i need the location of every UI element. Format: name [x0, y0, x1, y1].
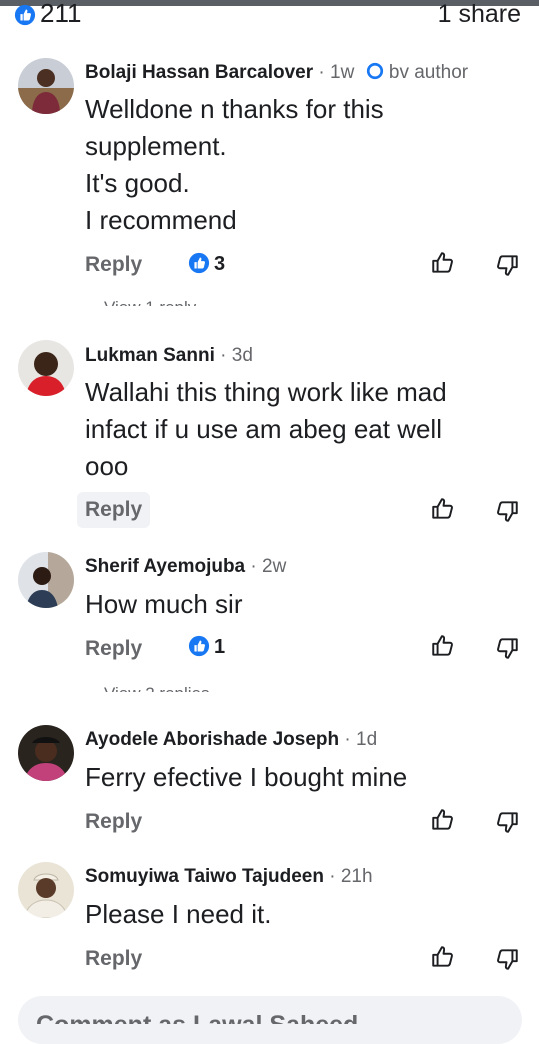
post-stats-bar: 211 1 share: [0, 0, 539, 30]
avatar[interactable]: [18, 725, 74, 781]
comment-text: How much sir: [85, 589, 243, 619]
like-reaction-icon: [14, 4, 36, 26]
comment-time[interactable]: 1d: [356, 729, 377, 750]
like-icon[interactable]: [430, 633, 456, 659]
reaction-summary[interactable]: 3: [188, 252, 225, 276]
dislike-icon[interactable]: [494, 809, 520, 835]
comment-header: Lukman Sanni · 3d: [85, 345, 253, 366]
avatar[interactable]: [18, 552, 74, 608]
view-replies-label: View 2 replies: [104, 684, 210, 692]
comment-header: Somuyiwa Taiwo Tajudeen · 21h: [85, 866, 373, 887]
share-count[interactable]: 1 share: [438, 0, 521, 29]
author-badge-icon: [366, 62, 383, 80]
author-label: bv author: [388, 62, 469, 83]
reply-button[interactable]: Reply: [85, 810, 142, 834]
dislike-icon[interactable]: [494, 252, 520, 278]
reply-button[interactable]: Reply: [77, 492, 151, 528]
chevron-down-icon: ⌄: [85, 684, 99, 692]
like-icon[interactable]: [430, 496, 456, 522]
view-replies-link[interactable]: ⌄ View 2 replies: [85, 682, 210, 692]
reaction-count: 1: [214, 636, 226, 658]
reaction-count[interactable]: 211: [40, 0, 81, 29]
comment-text: Welldone n thanks for this supplement. I…: [85, 94, 384, 235]
avatar[interactable]: [18, 862, 74, 918]
comment-text: Ferry efective I bought mine: [85, 762, 408, 792]
dislike-icon[interactable]: [494, 946, 520, 972]
avatar[interactable]: [18, 58, 74, 114]
comment-input-placeholder[interactable]: Comment as Lawal Saheed: [36, 1008, 358, 1024]
reaction-count: 3: [214, 253, 226, 275]
commenter-name[interactable]: Sherif Ayemojuba: [85, 556, 245, 577]
reply-button[interactable]: Reply: [85, 637, 142, 661]
comment-text: Wallahi this thing work like mad infact …: [85, 377, 447, 481]
like-reaction-icon: [188, 635, 210, 657]
like-icon[interactable]: [430, 250, 456, 276]
comment-time[interactable]: 1w: [330, 62, 354, 83]
comment-header: Sherif Ayemojuba · 2w: [85, 556, 287, 577]
like-icon[interactable]: [430, 944, 456, 970]
like-reaction-icon: [188, 252, 210, 274]
dislike-icon[interactable]: [494, 635, 520, 661]
chevron-down-icon: ⌄: [85, 298, 99, 306]
comment-time[interactable]: 3d: [232, 345, 253, 366]
commenter-name[interactable]: Bolaji Hassan Barcalover: [85, 62, 313, 83]
commenter-name[interactable]: Somuyiwa Taiwo Tajudeen: [85, 866, 324, 887]
reaction-summary[interactable]: 1: [188, 635, 225, 659]
comment-time[interactable]: 2w: [262, 556, 286, 577]
reply-button[interactable]: Reply: [85, 253, 142, 277]
comment-header: Ayodele Aborishade Joseph · 1d: [85, 729, 378, 750]
commenter-name[interactable]: Ayodele Aborishade Joseph: [85, 729, 339, 750]
dislike-icon[interactable]: [494, 498, 520, 524]
view-replies-label: View 1 reply: [104, 298, 196, 306]
like-icon[interactable]: [430, 807, 456, 833]
comment-time[interactable]: 21h: [341, 866, 373, 887]
commenter-name[interactable]: Lukman Sanni: [85, 345, 215, 366]
view-replies-link[interactable]: ⌄ View 1 reply: [85, 296, 196, 306]
avatar[interactable]: [18, 340, 74, 396]
comment-header: Bolaji Hassan Barcalover · 1w bv author: [85, 62, 469, 83]
reply-button[interactable]: Reply: [85, 947, 142, 971]
comment-text: Please I need it.: [85, 899, 272, 929]
